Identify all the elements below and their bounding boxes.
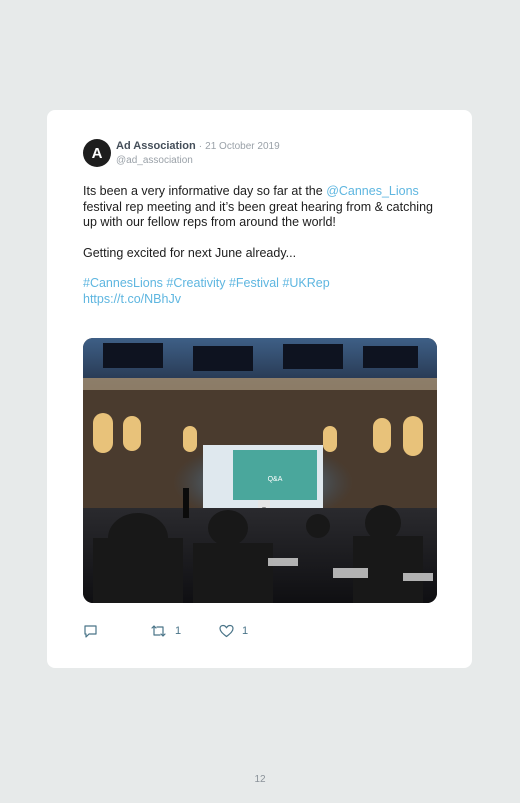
author-block: Ad Association · 21 October 2019 @ad_ass… xyxy=(116,139,280,168)
hashtag-link[interactable]: #Festival xyxy=(229,276,279,290)
like-button[interactable]: 1 xyxy=(219,624,248,638)
avatar[interactable]: A xyxy=(83,139,111,167)
author-handle[interactable]: @ad_association xyxy=(116,154,280,168)
tweet-text-end: festival rep meeting and it’s been great… xyxy=(83,199,433,230)
tweet-hashtags: #CannesLions #Creativity #Festival #UKRe… xyxy=(83,276,443,307)
hashtag-link[interactable]: #Creativity xyxy=(166,276,225,290)
tweet-paragraph-2: Getting excited for next June already... xyxy=(83,245,297,260)
tweet-date[interactable]: 21 October 2019 xyxy=(205,141,280,152)
tweet-text: Its been a very informative day so far a… xyxy=(83,184,443,307)
retweet-button[interactable]: 1 xyxy=(150,624,181,638)
retweet-icon xyxy=(151,625,166,637)
tweet-paragraph-1: Its been a very informative day so far a… xyxy=(83,184,443,231)
tweet-actions: 1 1 xyxy=(83,624,283,640)
retweet-count: 1 xyxy=(175,625,182,637)
tweet-card: A Ad Association · 21 October 2019 @ad_a… xyxy=(47,110,472,668)
author-separator: · xyxy=(198,141,203,152)
reply-icon xyxy=(84,625,97,638)
reply-button[interactable] xyxy=(83,624,98,638)
screen-text: Q&A xyxy=(268,476,283,483)
author-name[interactable]: Ad Association xyxy=(116,140,196,152)
tweet-text-start: Its been a very informative day so far a… xyxy=(83,184,327,198)
tweet-url-link[interactable]: https://t.co/NBhJv xyxy=(83,292,181,306)
page-number: 12 xyxy=(254,774,266,785)
like-count: 1 xyxy=(242,625,249,637)
mention-link[interactable]: @Cannes_Lions xyxy=(326,184,419,198)
conference-photo: Q&A 5 xyxy=(83,338,437,603)
like-icon xyxy=(219,624,234,638)
avatar-letter: A xyxy=(91,144,103,162)
tweet-photo[interactable]: Q&A 5 xyxy=(83,338,437,603)
hashtag-link[interactable]: #UKRep xyxy=(282,276,329,290)
hashtag-link[interactable]: #CannesLions xyxy=(83,276,163,290)
